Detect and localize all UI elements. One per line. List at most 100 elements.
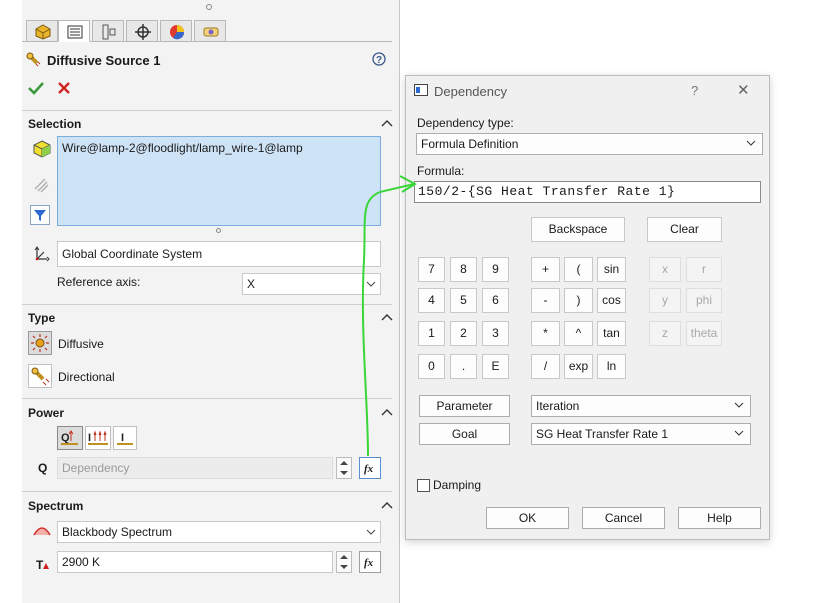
dependency-type-select[interactable]: Formula Definition [416,133,763,155]
panel-grip[interactable] [206,4,212,10]
key-close-paren[interactable]: ) [564,288,593,313]
key-open-paren[interactable]: ( [564,257,593,282]
spinner-arrows-icon [340,461,348,475]
dialog-app-icon [414,84,428,96]
key-3[interactable]: 3 [482,321,509,346]
power-symbol: Q [38,461,48,475]
key-7[interactable]: 7 [418,257,445,282]
power-dependency-button[interactable]: fx [359,457,381,479]
directional-type-button[interactable] [28,364,52,388]
selection-filter-button[interactable] [30,205,50,225]
tab-dimxpert[interactable] [126,20,158,42]
key-2[interactable]: 2 [450,321,477,346]
type-header: Type [28,311,56,325]
tab-property-manager[interactable] [58,20,90,42]
key-minus[interactable]: - [531,288,560,313]
collapse-power-icon[interactable] [380,407,394,417]
cancel-button[interactable]: Cancel [582,507,665,529]
temperature-field[interactable]: 2900 K [57,551,333,573]
coordinate-system-icon [34,246,50,262]
key-var-x: x [649,257,681,282]
key-var-phi: phi [686,288,722,313]
dialog-close-button[interactable]: ✕ [737,81,750,99]
collapse-type-icon[interactable] [380,312,394,322]
svg-text:fx: fx [364,557,374,569]
damping-label[interactable]: Damping [433,478,481,492]
collapse-selection-icon[interactable] [380,118,394,128]
tab-feature-manager[interactable] [26,20,58,42]
svg-text:?: ? [376,55,382,66]
selection-list-box[interactable]: Wire@lamp-2@floodlight/lamp_wire-1@lamp [57,136,381,226]
spectrum-select[interactable]: Blackbody Spectrum [57,521,381,543]
key-0[interactable]: 0 [418,354,445,379]
key-multiply[interactable]: * [531,321,560,346]
accept-check-icon[interactable] [28,81,44,95]
key-cos[interactable]: cos [597,288,626,313]
key-divide[interactable]: / [531,354,560,379]
parameter-button[interactable]: Parameter [419,395,510,417]
key-1[interactable]: 1 [418,321,445,346]
formula-input[interactable]: 150/2-{SG Heat Transfer Rate 1} [414,181,761,203]
svg-text:I: I [88,432,91,444]
help-button[interactable]: Help [678,507,761,529]
temperature-spinner[interactable] [336,551,352,573]
type-option-diffusive[interactable]: Diffusive [58,337,104,351]
crosshair-icon [135,24,151,40]
collapse-spectrum-icon[interactable] [380,500,394,510]
selected-item[interactable]: Wire@lamp-2@floodlight/lamp_wire-1@lamp [62,141,376,155]
key-8[interactable]: 8 [450,257,477,282]
key-4[interactable]: 4 [418,288,445,313]
key-var-r: r [686,257,722,282]
power-total-button[interactable]: Q [57,426,83,450]
temperature-symbol: T [36,558,50,572]
function-fx-icon: fx [364,557,374,569]
goal-select[interactable]: SG Heat Transfer Rate 1 [531,423,751,445]
ok-button[interactable]: OK [486,507,569,529]
key-decimal[interactable]: . [450,354,477,379]
parameter-select[interactable]: Iteration [531,395,751,417]
diffusive-type-button[interactable] [28,331,52,355]
spectrum-curve-icon [33,527,51,536]
key-power[interactable]: ^ [564,321,593,346]
temperature-dependency-button[interactable]: fx [359,551,381,573]
tab-appearance[interactable] [160,20,192,42]
resize-handle[interactable] [216,228,221,233]
coordinate-system-field[interactable]: Global Coordinate System [57,241,381,267]
spectrum-header: Spectrum [28,499,84,513]
dialog-help-button[interactable]: ? [691,83,698,98]
power-density-icon: I [117,432,133,445]
key-5[interactable]: 5 [450,288,477,313]
tab-display-manager[interactable] [194,20,226,42]
power-total-icon: Q [61,430,78,445]
key-exponent[interactable]: E [482,354,509,379]
power-intensity-button[interactable]: I [85,426,111,450]
key-sin[interactable]: sin [597,257,626,282]
goal-button[interactable]: Goal [419,423,510,445]
key-plus[interactable]: + [531,257,560,282]
key-9[interactable]: 9 [482,257,509,282]
chevron-down-icon [734,430,744,436]
ray-source-icon [34,178,49,193]
help-icon[interactable]: ? [372,52,386,66]
tab-configuration-manager[interactable] [92,20,124,42]
chevron-down-icon [734,402,744,408]
key-exp[interactable]: exp [564,354,593,379]
key-tan[interactable]: tan [597,321,626,346]
cancel-x-icon[interactable] [58,82,70,94]
power-density-button[interactable]: I [113,426,137,450]
power-spinner[interactable] [336,457,352,479]
panel-splitter[interactable] [399,0,400,603]
reference-axis-value: X [247,277,256,291]
key-var-y: y [649,288,681,313]
reference-axis-select[interactable]: X [242,273,381,295]
backspace-button[interactable]: Backspace [531,217,625,242]
section-divider [22,304,392,305]
clear-button[interactable]: Clear [647,217,722,242]
temperature-triangle-icon [43,563,50,569]
type-option-directional[interactable]: Directional [58,370,115,384]
diffusive-source-icon [26,52,41,67]
svg-text:Q: Q [61,432,70,444]
damping-checkbox[interactable] [417,479,430,492]
key-ln[interactable]: ln [597,354,626,379]
key-6[interactable]: 6 [482,288,509,313]
